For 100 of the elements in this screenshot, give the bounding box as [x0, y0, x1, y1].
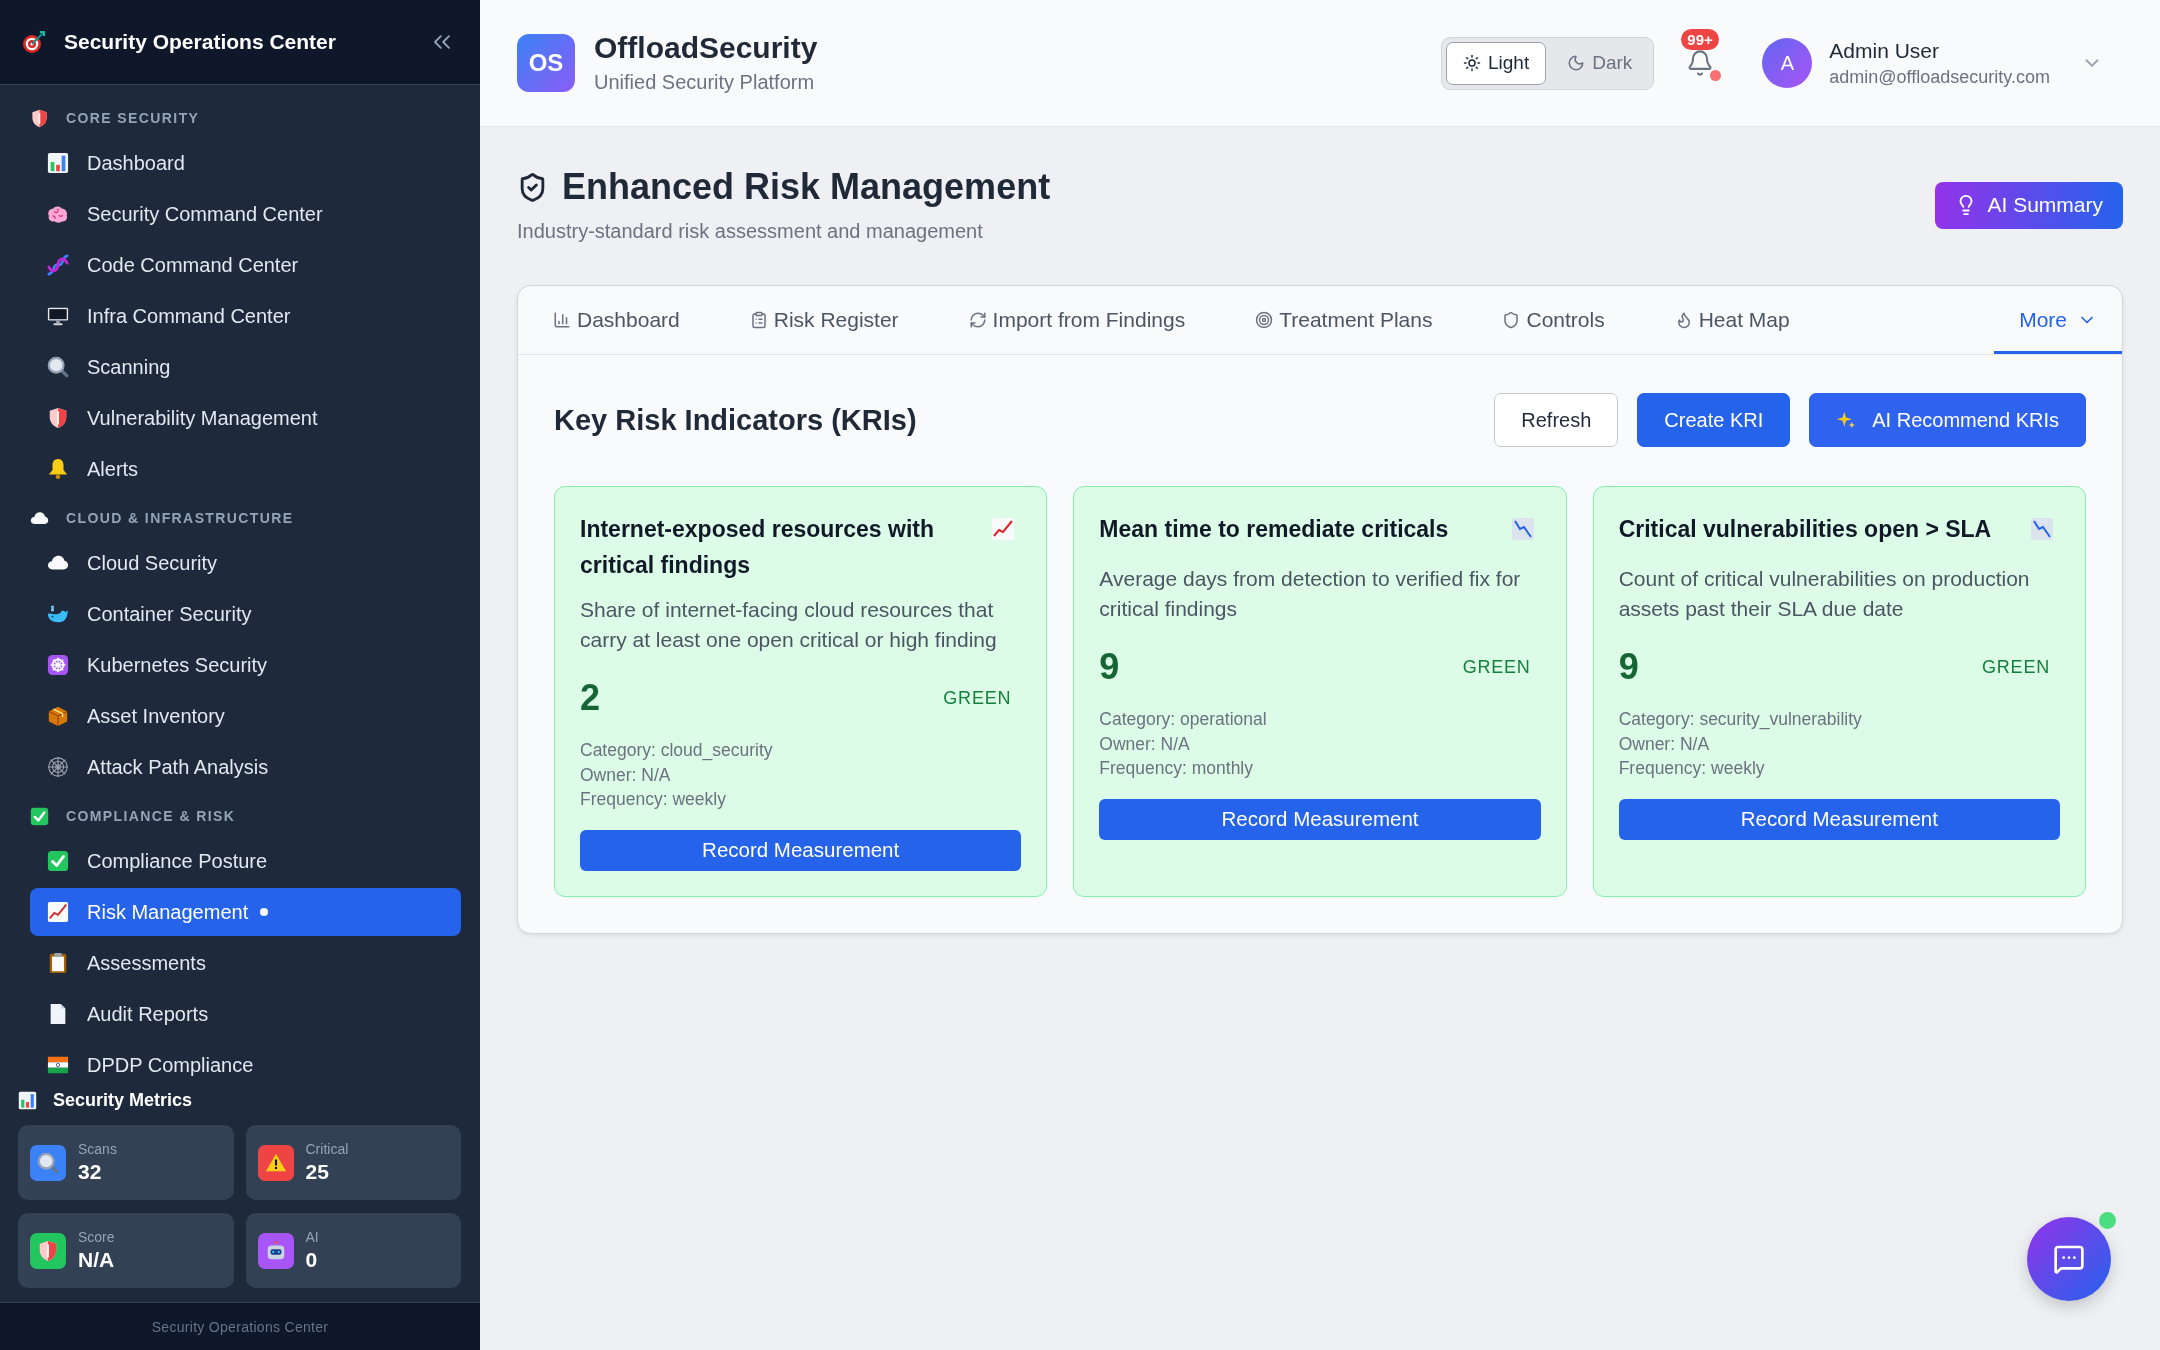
record-measurement-button[interactable]: Record Measurement: [1618, 798, 2060, 840]
clipboard-icon: [749, 311, 768, 329]
refresh-icon: [968, 311, 987, 329]
kri-status: GREEN: [943, 687, 1012, 709]
nav-item[interactable]: Code Command Center: [30, 241, 461, 289]
status-dot-icon: [1710, 70, 1722, 81]
nav-item[interactable]: Risk Management: [30, 888, 461, 936]
target-icon: [1255, 311, 1274, 329]
section-heading: CORE SECURITY: [66, 110, 200, 126]
clipboard-icon: [47, 952, 69, 974]
shield-icon: [1502, 311, 1521, 329]
user-email: admin@offloadsecurity.com: [1829, 65, 2050, 89]
kri-meta: Frequency: weekly: [580, 788, 727, 811]
chart-decreasing-icon: [1510, 517, 1535, 541]
notification-count: 99+: [1681, 29, 1719, 50]
record-measurement-button[interactable]: Record Measurement: [1099, 798, 1541, 840]
tab[interactable]: More: [1994, 286, 2122, 354]
logo: OS: [517, 34, 575, 92]
metric-value: 32: [78, 1159, 103, 1185]
active-dot-icon: [260, 908, 269, 916]
kri-title: Critical vulnerabilities open > SLA: [1618, 515, 1992, 544]
theme-option[interactable]: Dark: [1550, 41, 1650, 85]
record-measurement-button[interactable]: Record Measurement: [580, 829, 1022, 871]
kri-status: GREEN: [1462, 656, 1531, 678]
helix-icon: [47, 254, 69, 276]
box-icon: [47, 705, 69, 727]
ai-summary-button[interactable]: AI Summary: [1935, 181, 2123, 229]
nav-item[interactable]: Assessments: [30, 939, 461, 987]
web-icon: [47, 756, 69, 778]
nav-item[interactable]: DPDP Compliance: [30, 1041, 461, 1087]
shield-icon: [30, 108, 49, 128]
tab[interactable]: Dashboard: [518, 286, 715, 354]
metrics-title: Security Metrics: [53, 1089, 193, 1111]
nav-item[interactable]: Dashboard: [30, 139, 461, 187]
chat-icon: [2053, 1243, 2085, 1275]
brand-tagline: Unified Security Platform: [594, 70, 816, 95]
shield-icon: [47, 407, 69, 429]
tab[interactable]: Risk Register: [714, 286, 934, 354]
kri-meta: Owner: N/A: [1099, 732, 1191, 756]
kri-title: Mean time to remediate criticals: [1099, 515, 1449, 544]
nav-item[interactable]: Cloud Security: [30, 539, 461, 587]
bell-icon[interactable]: [1686, 49, 1715, 77]
brain-icon: [47, 203, 69, 225]
nav-item[interactable]: Attack Path Analysis: [30, 743, 461, 791]
kri-meta: Frequency: monthly: [1099, 757, 1254, 780]
nav-item[interactable]: Container Security: [30, 590, 461, 638]
page-subtitle: Industry-standard risk assessment and management: [517, 219, 984, 244]
chart-increasing-icon: [991, 517, 1016, 541]
search-icon: [47, 356, 69, 378]
tab[interactable]: Controls: [1467, 286, 1640, 354]
sun-icon: [1462, 54, 1481, 72]
nav-item[interactable]: Scanning: [30, 343, 461, 391]
metric-label: AI: [305, 1228, 319, 1247]
sidebar-footer: Security Operations Center: [0, 1302, 480, 1350]
nav-item[interactable]: Vulnerability Management: [30, 394, 461, 442]
nav-item[interactable]: Compliance Posture: [30, 837, 461, 885]
chart-increasing-icon: [47, 901, 69, 923]
sidebar-title: Security Operations Center: [64, 30, 337, 54]
bar-chart-icon: [47, 152, 69, 174]
tab[interactable]: Heat Map: [1639, 286, 1825, 354]
theme-option[interactable]: Light: [1445, 41, 1547, 85]
brand-name: OffloadSecurity: [594, 30, 818, 66]
metric-value: 25: [305, 1159, 330, 1185]
nav-item[interactable]: Alerts: [30, 445, 461, 493]
bar-chart-icon: [553, 311, 571, 329]
nav-item[interactable]: Kubernetes Security: [30, 641, 461, 689]
nav-item[interactable]: Security Command Center: [30, 190, 461, 238]
refresh-button[interactable]: Refresh: [1494, 393, 1619, 447]
nav-item[interactable]: Audit Reports: [30, 990, 461, 1038]
chart-decreasing-icon: [2030, 517, 2054, 541]
nav-item[interactable]: Asset Inventory: [30, 692, 461, 740]
flag-icon: [47, 1054, 69, 1076]
kri-description: Count of critical vulnerabilities on production assets past their SLA due date: [1618, 566, 2031, 622]
metric-label: Critical: [305, 1140, 349, 1159]
section-heading: CLOUD & INFRASTRUCTURE: [66, 510, 294, 526]
kri-value: 9: [1099, 645, 1120, 689]
create-button[interactable]: Create KRI: [1637, 393, 1791, 447]
bell-icon: [47, 458, 69, 480]
kri-meta: Owner: N/A: [580, 763, 672, 787]
wheel-icon: [47, 654, 69, 676]
kri-description: Average days from detection to verified fix for critical findings: [1099, 566, 1522, 622]
sparkle-icon: [1836, 410, 1857, 430]
nav-item[interactable]: Infra Command Center: [30, 292, 461, 340]
ai-recommend-button[interactable]: AI Recommend KRIs: [1809, 393, 2086, 447]
moon-icon: [1567, 54, 1586, 72]
target-icon: [22, 30, 46, 54]
kri-meta: Category: cloud_security: [580, 739, 774, 763]
metric-label: Scans: [78, 1140, 117, 1159]
tab[interactable]: Import from Findings: [933, 286, 1221, 354]
user-avatar[interactable]: A: [1762, 38, 1813, 88]
kri-meta: Frequency: weekly: [1618, 757, 1766, 780]
kri-description: Share of internet-facing cloud resources that carry at least one open critical or high finding: [580, 597, 998, 653]
check-icon: [47, 850, 69, 872]
chat-button[interactable]: [2027, 1217, 2111, 1301]
section-heading: COMPLIANCE & RISK: [66, 808, 236, 824]
kri-meta: Category: operational: [1099, 708, 1268, 731]
kri-value: 9: [1618, 645, 1639, 689]
kri-status: GREEN: [1982, 656, 2050, 678]
tab[interactable]: Treatment Plans: [1220, 286, 1468, 354]
kri-meta: Owner: N/A: [1618, 732, 1711, 756]
